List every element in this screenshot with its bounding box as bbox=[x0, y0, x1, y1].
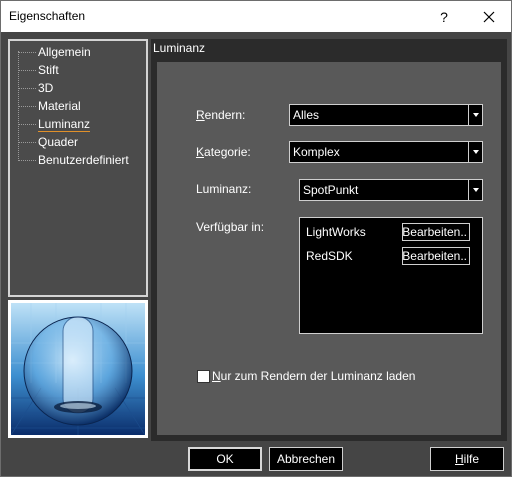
kategorie-value: Komplex bbox=[293, 145, 340, 159]
tree-item-label: Material bbox=[38, 99, 81, 113]
help-title-button[interactable]: ? bbox=[422, 1, 466, 32]
tree-item-luminanz[interactable]: Luminanz bbox=[18, 116, 91, 132]
kategorie-label: Kategorie: bbox=[196, 145, 251, 159]
category-tree: Allgemein Stift 3D Material Luminanz Qua… bbox=[8, 39, 148, 297]
renderer-name: LightWorks bbox=[306, 225, 366, 239]
cancel-button[interactable]: Abbrechen bbox=[269, 447, 343, 471]
help-title-label: ? bbox=[440, 8, 448, 25]
rendern-label: Rendern: bbox=[196, 108, 246, 122]
tree-item-label: Stift bbox=[38, 63, 59, 77]
rendern-select[interactable]: Alles bbox=[289, 104, 483, 126]
tree-item-allgemein[interactable]: Allgemein bbox=[18, 44, 91, 60]
section-title: Luminanz bbox=[151, 39, 507, 58]
edit-lightworks-button[interactable]: Bearbeiten.. bbox=[402, 223, 470, 241]
close-icon bbox=[483, 11, 494, 22]
tree-item-label: Quader bbox=[38, 135, 79, 149]
luminanz-value: SpotPunkt bbox=[303, 183, 359, 197]
properties-dialog: Eigenschaften ? Allgemein Stift 3D Mater… bbox=[0, 0, 512, 477]
load-for-render-option[interactable]: Nur zum Rendern der Luminanz laden bbox=[197, 369, 415, 383]
tree-item-label: Benutzerdefiniert bbox=[38, 153, 129, 167]
rendern-value: Alles bbox=[293, 108, 320, 122]
chevron-down-icon bbox=[468, 142, 482, 162]
load-for-render-checkbox[interactable] bbox=[197, 369, 210, 383]
ok-button[interactable]: OK bbox=[188, 447, 262, 471]
tree-item-label: 3D bbox=[38, 81, 54, 95]
load-for-render-label: Nur zum Rendern der Luminanz laden bbox=[212, 369, 416, 383]
tree-item-label: Luminanz bbox=[38, 116, 91, 132]
window-title: Eigenschaften bbox=[9, 9, 86, 23]
renderer-name: RedSDK bbox=[306, 249, 353, 263]
luminanz-label: Luminanz: bbox=[196, 182, 252, 196]
luminance-preview bbox=[8, 300, 148, 438]
tree-item-material[interactable]: Material bbox=[18, 98, 81, 114]
title-bar: Eigenschaften ? bbox=[1, 1, 511, 32]
tree-item-stift[interactable]: Stift bbox=[18, 62, 59, 78]
list-item: LightWorks bbox=[306, 222, 366, 242]
chevron-down-icon bbox=[468, 180, 482, 200]
tree-item-quader[interactable]: Quader bbox=[18, 134, 78, 150]
luminanz-select[interactable]: SpotPunkt bbox=[299, 179, 483, 201]
verfuegbar-label: Verfügbar in: bbox=[196, 220, 265, 234]
list-item: RedSDK bbox=[306, 246, 353, 266]
tree-item-benutzerdefiniert[interactable]: Benutzerdefiniert bbox=[18, 152, 129, 168]
available-renderers-list: LightWorks Bearbeiten.. RedSDK Bearbeite… bbox=[299, 217, 483, 334]
help-button[interactable]: Hilfe bbox=[430, 447, 504, 471]
edit-redsdk-button[interactable]: Bearbeiten.. bbox=[402, 247, 470, 265]
close-button[interactable] bbox=[466, 1, 511, 32]
chevron-down-icon bbox=[468, 105, 482, 125]
tree-item-label: Allgemein bbox=[38, 45, 91, 59]
preview-sphere-image bbox=[11, 303, 145, 435]
tree-item-3d[interactable]: 3D bbox=[18, 80, 53, 96]
kategorie-select[interactable]: Komplex bbox=[289, 141, 483, 163]
